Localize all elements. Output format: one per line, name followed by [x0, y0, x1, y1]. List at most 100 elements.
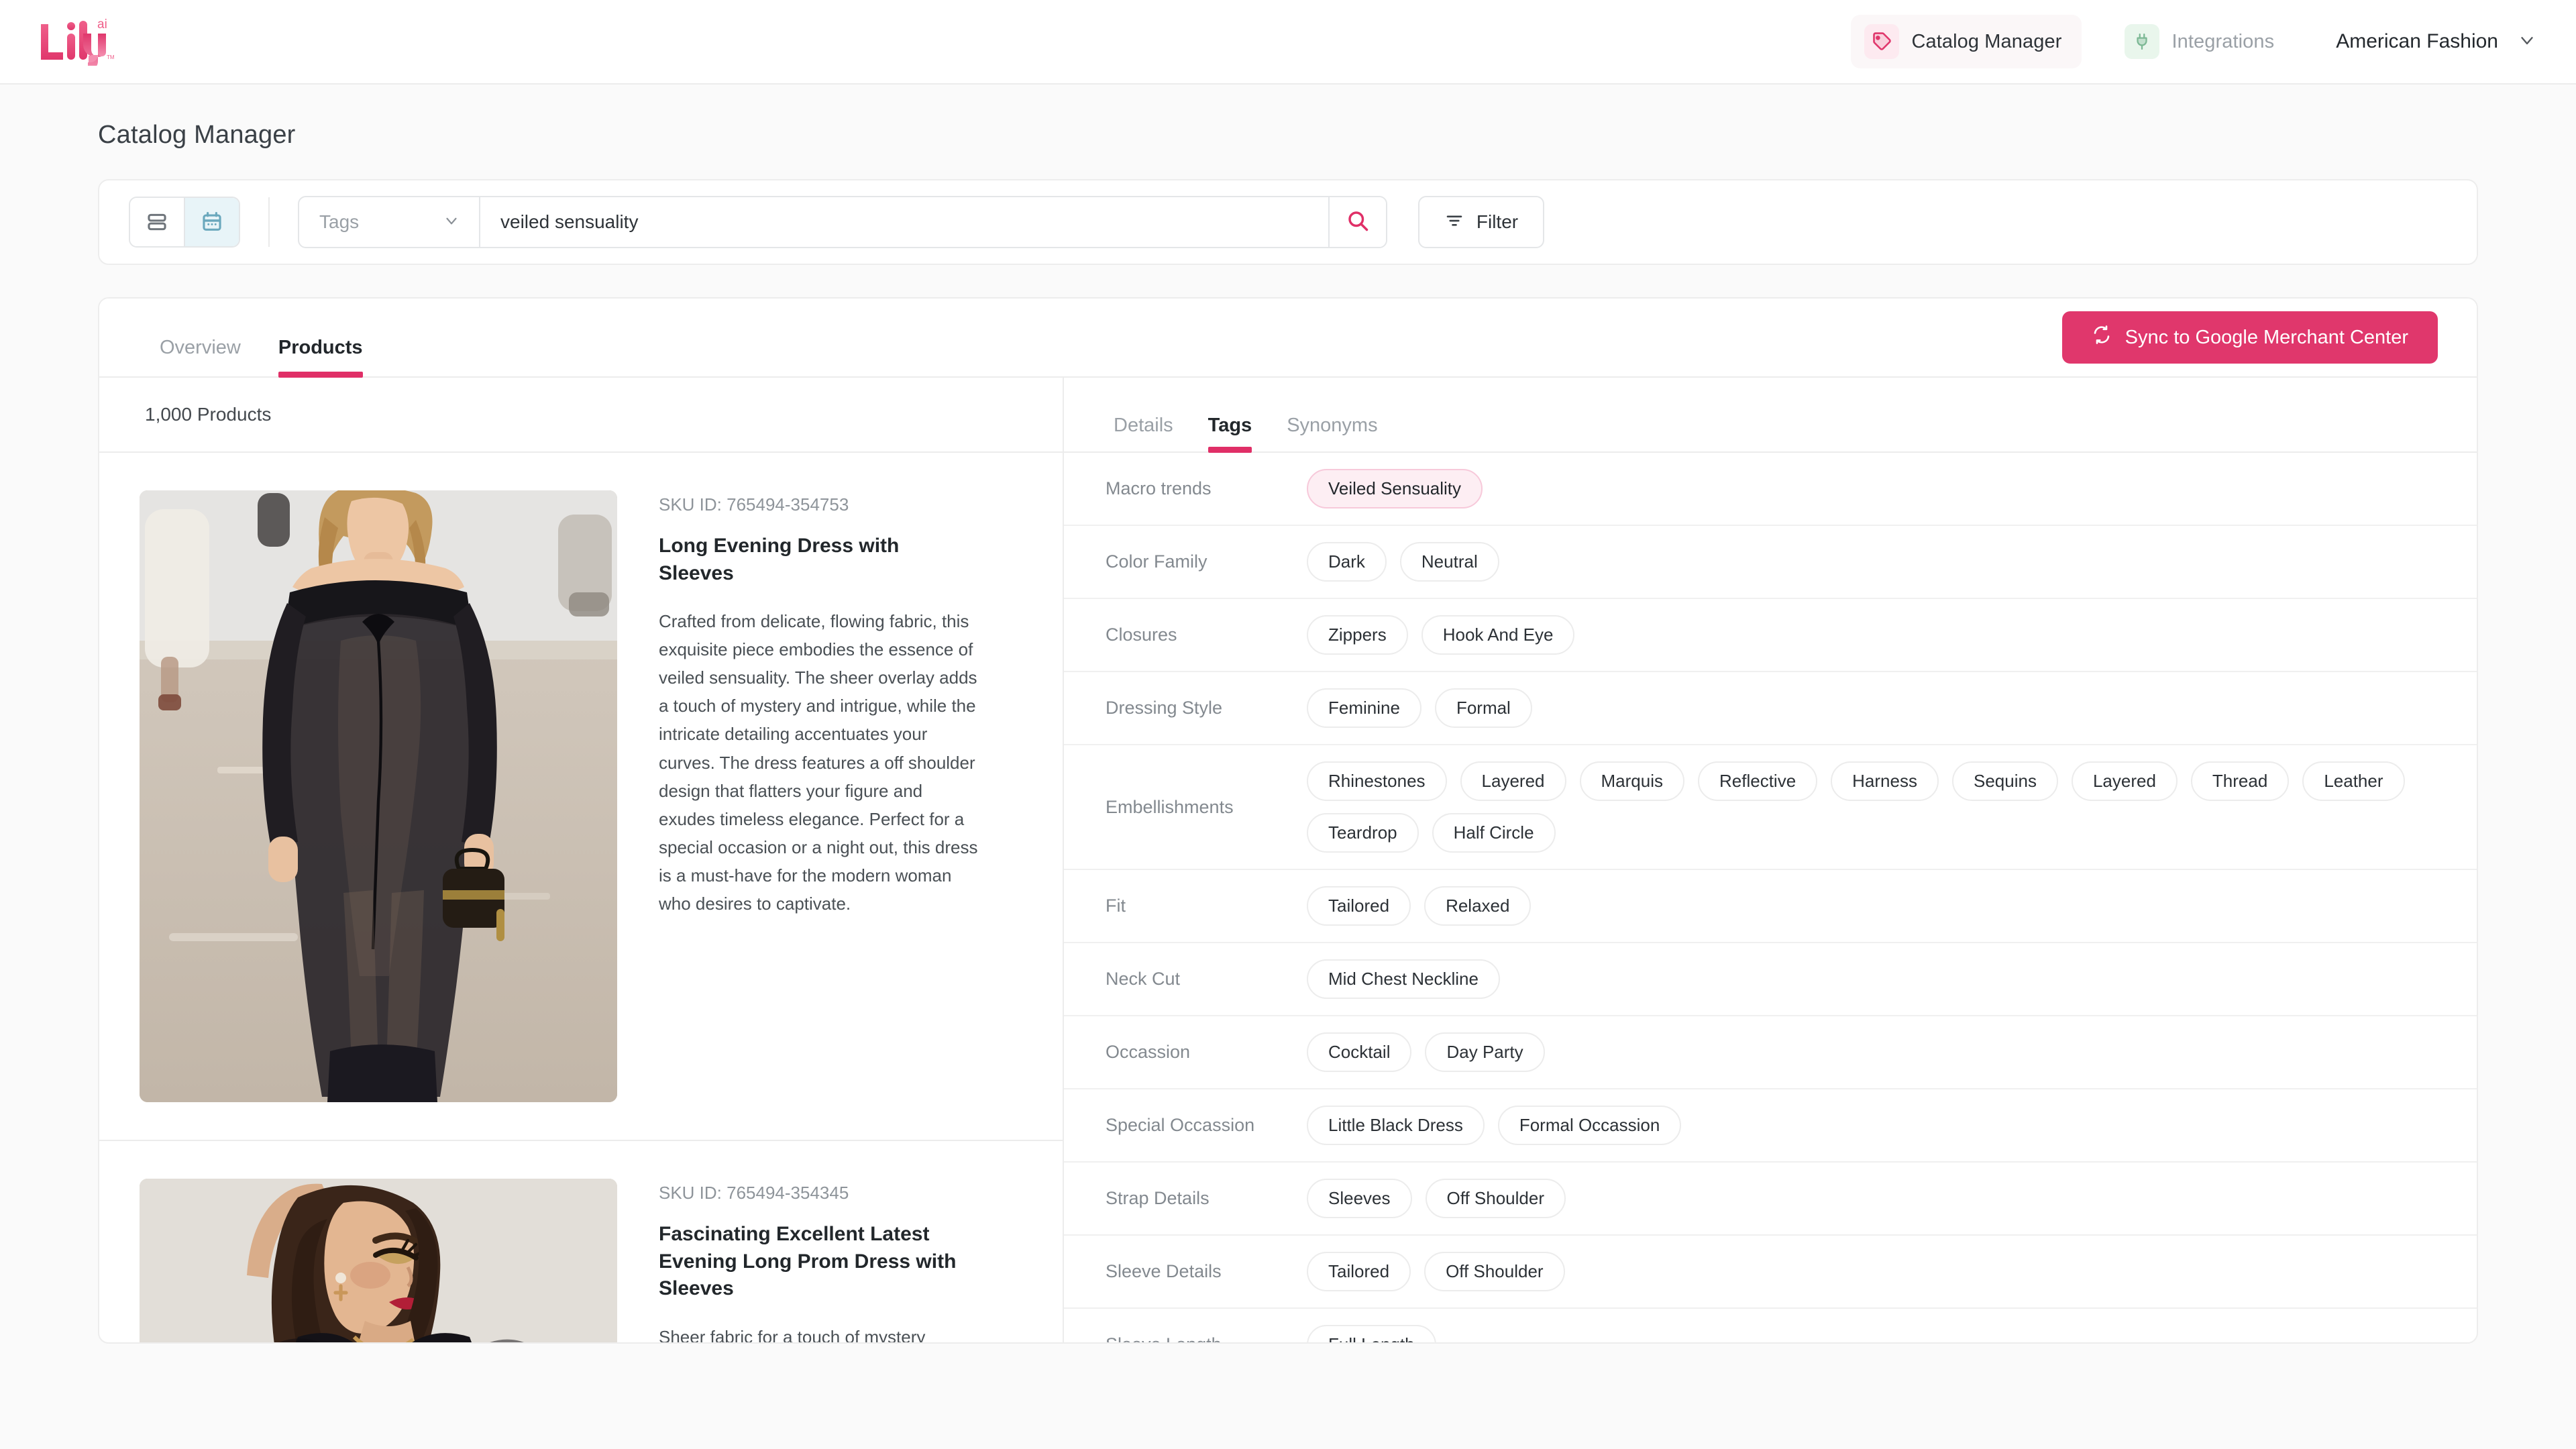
tab-synonyms[interactable]: Synonyms	[1269, 415, 1395, 451]
products-count: 1,000 Products	[145, 404, 272, 425]
filter-button[interactable]: Filter	[1418, 196, 1544, 248]
top-navigation: Catalog Manager Integrations American Fa…	[1851, 15, 2537, 68]
tag-row-label: Embellishments	[1106, 796, 1234, 817]
logo-mark: ai TM	[41, 17, 115, 66]
search-group: Tags	[298, 196, 1387, 248]
tag-chip[interactable]: Thread	[2190, 761, 2290, 801]
tag-chip[interactable]: Layered	[2071, 761, 2178, 801]
tag-chip-group: Mid Chest Neckline	[1307, 943, 2477, 1015]
tag-chip-group: Little Black Dress Formal Occassion	[1307, 1089, 2477, 1161]
tag-chip[interactable]: Little Black Dress	[1307, 1106, 1485, 1145]
tag-chip[interactable]: Harness	[1831, 761, 1939, 801]
tag-chip[interactable]: Dark	[1307, 542, 1387, 582]
tag-chip[interactable]: Feminine	[1307, 688, 1421, 728]
card-view-icon[interactable]	[185, 198, 239, 246]
tag-chip[interactable]: Layered	[1460, 761, 1566, 801]
tag-row: Special Occassion Little Black Dress Forma…	[1064, 1089, 2477, 1163]
filter-icon	[1444, 211, 1464, 234]
detail-column: Details Tags Synonyms Macro trends Veiled…	[1064, 378, 2477, 1342]
tag-chip-group: Tailored Off Shoulder	[1307, 1236, 2477, 1307]
tag-row-label: Special Occassion	[1106, 1115, 1255, 1135]
view-toggle	[129, 197, 240, 248]
plug-icon	[2125, 24, 2160, 59]
tag-chip[interactable]: Sleeves	[1307, 1179, 1412, 1218]
tag-chip[interactable]: Tailored	[1307, 1252, 1411, 1291]
tag-chip[interactable]: Rhinestones	[1307, 761, 1447, 801]
catalog-tabs: Overview Products	[99, 299, 382, 378]
tag-chip[interactable]: Relaxed	[1424, 886, 1532, 926]
product-name: Long Evening Dress with Sleeves	[659, 535, 900, 584]
tag-row-label: Fit	[1106, 896, 1126, 916]
tag-chip[interactable]: Formal Occassion	[1497, 1106, 1682, 1145]
tag-chip[interactable]: Teardrop	[1307, 813, 1419, 853]
tab-overview[interactable]: Overview	[141, 337, 260, 376]
account-selector[interactable]: American Fashion	[2336, 30, 2537, 54]
tag-chip[interactable]: Mid Chest Neckline	[1307, 959, 1500, 999]
tag-chip[interactable]: Marquis	[1579, 761, 1684, 801]
detail-tabs: Details Tags Synonyms	[1064, 378, 2477, 453]
list-item[interactable]: SKU ID: 765494-354345 Fascinating Excell…	[99, 1141, 1063, 1342]
catalog-panel-body: 1,000 Products SKU ID: 765494-354753 Lon…	[99, 378, 2477, 1342]
tag-chip[interactable]: Hook And Eye	[1421, 615, 1575, 655]
tag-row: Strap Details Sleeves Off Shoulder	[1064, 1163, 2477, 1236]
tab-details[interactable]: Details	[1096, 415, 1191, 451]
product-sku: SKU ID: 765494-354753	[659, 494, 849, 515]
page-content: Catalog Manager Tags veiled sensuality F…	[0, 121, 2576, 1344]
tag-row-label: Sleeve Details	[1106, 1261, 1222, 1281]
search-button[interactable]	[1328, 197, 1386, 247]
tag-chip[interactable]: Cocktail	[1307, 1032, 1412, 1072]
tag-chip-group: Rhinestones Layered Marquis Reflective Harne…	[1307, 745, 2477, 869]
tag-chip[interactable]: Day Party	[1425, 1032, 1545, 1072]
product-list-header: 1,000 Products	[99, 378, 1063, 453]
product-sku: SKU ID: 765494-354345	[659, 1183, 849, 1203]
nav-item-integrations[interactable]: Integrations	[2111, 15, 2294, 68]
tag-chip[interactable]: Formal	[1434, 688, 1532, 728]
catalog-panel: Overview Products Sync to Google Merchan…	[98, 297, 2478, 1344]
tag-chip[interactable]: Full Length	[1307, 1325, 1436, 1342]
search-field-select[interactable]: Tags	[299, 197, 480, 247]
tag-row-label: Sleeve Length	[1106, 1334, 1307, 1342]
tag-row: Sleeve Details Tailored Off Shoulder	[1064, 1236, 2477, 1309]
nav-label-integrations: Integrations	[2171, 30, 2275, 52]
tag-row-label: Color Family	[1106, 551, 1208, 572]
tag-chip[interactable]: Veiled Sensuality	[1307, 469, 1483, 508]
sync-icon	[2092, 325, 2112, 350]
list-item[interactable]: SKU ID: 765494-354753 Long Evening Dress…	[99, 453, 1063, 1141]
tag-chip-group: Zippers Hook And Eye	[1307, 599, 2477, 671]
lily-ai-logo[interactable]: ai TM	[37, 17, 116, 66]
tag-chip[interactable]: Zippers	[1307, 615, 1408, 655]
tab-products[interactable]: Products	[260, 337, 382, 378]
nav-item-catalog-manager[interactable]: Catalog Manager	[1851, 15, 2082, 68]
tag-row: Color Family Dark Neutral	[1064, 526, 2477, 599]
tag-chip[interactable]: Off Shoulder	[1424, 1252, 1565, 1291]
product-name: Fascinating Excellent Latest Evening Lon…	[659, 1223, 957, 1299]
search-toolbar: Tags Filter	[98, 179, 2478, 265]
product-list[interactable]: SKU ID: 765494-354753 Long Evening Dress…	[99, 453, 1063, 1342]
tag-chip[interactable]: Sequins	[1951, 761, 2058, 801]
tag-chip-group: Cocktail Day Party	[1307, 1016, 2477, 1088]
tab-tags[interactable]: Tags	[1191, 415, 1270, 453]
sync-to-google-merchant-center-button[interactable]: Sync to Google Merchant Center	[2061, 311, 2438, 364]
list-view-icon[interactable]	[130, 198, 184, 246]
tag-chip-group: Sleeves Off Shoulder	[1307, 1163, 2477, 1234]
sync-button-label: Sync to Google Merchant Center	[2125, 326, 2408, 348]
search-icon	[1346, 209, 1370, 236]
tag-row: Closures Zippers Hook And Eye	[1064, 599, 2477, 672]
tag-row-label: Dressing Style	[1106, 698, 1223, 718]
tag-chip-group: Tailored Relaxed	[1307, 870, 2477, 942]
tag-chip[interactable]: Half Circle	[1432, 813, 1556, 853]
tag-chip-group: Veiled Sensuality	[1307, 453, 2477, 525]
product-description: Crafted from delicate, flowing fabric, t…	[659, 611, 978, 914]
tag-chip[interactable]: Leather	[2302, 761, 2405, 801]
tag-chip-group: Dark Neutral	[1307, 526, 2477, 598]
toolbar-divider	[268, 197, 270, 247]
tag-row: Fit Tailored Relaxed	[1064, 870, 2477, 943]
tag-chip[interactable]: Reflective	[1698, 761, 1818, 801]
search-input[interactable]	[480, 197, 1328, 247]
tag-attribute-table: Macro trends Veiled Sensuality Color Famil…	[1064, 453, 2477, 1342]
tag-chip[interactable]: Tailored	[1307, 886, 1411, 926]
svg-text:ai: ai	[97, 17, 107, 32]
tag-chip[interactable]: Off Shoulder	[1425, 1179, 1566, 1218]
tag-chip[interactable]: Neutral	[1399, 542, 1499, 582]
svg-text:TM: TM	[107, 54, 115, 60]
